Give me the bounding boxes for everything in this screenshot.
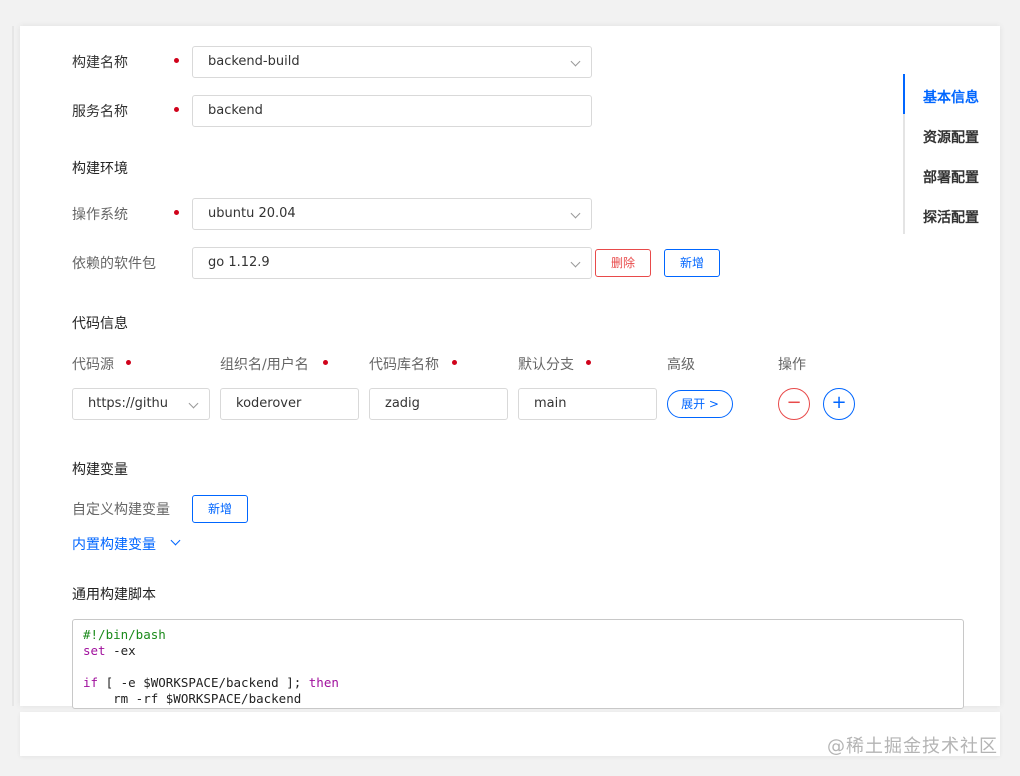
- add-repo-button[interactable]: +: [823, 388, 855, 420]
- org-input[interactable]: koderover: [220, 388, 359, 420]
- packages-select[interactable]: go 1.12.9: [192, 247, 592, 279]
- packages-value: go 1.12.9: [208, 255, 270, 270]
- packages-label: 依赖的软件包: [72, 256, 156, 272]
- os-value: ubuntu 20.04: [208, 206, 296, 221]
- build-name-value: backend-build: [208, 54, 300, 69]
- required-dot: [174, 210, 179, 215]
- side-nav-resources[interactable]: 资源配置: [923, 127, 979, 147]
- required-dot: [174, 58, 179, 63]
- required-dot: [586, 360, 591, 365]
- service-name-label: 服务名称: [72, 104, 128, 120]
- col-header-org: 组织名/用户名: [220, 357, 309, 373]
- side-nav-probe[interactable]: 探活配置: [923, 207, 979, 227]
- code-keyword-set: set: [83, 643, 106, 658]
- add-package-button[interactable]: 新增: [664, 249, 720, 277]
- repo-input[interactable]: zadig: [369, 388, 508, 420]
- os-label: 操作系统: [72, 207, 128, 223]
- add-custom-var-button[interactable]: 新增: [192, 495, 248, 523]
- build-script-heading: 通用构建脚本: [72, 587, 156, 603]
- plus-icon: +: [831, 392, 847, 413]
- code-set-args: -ex: [105, 643, 136, 658]
- builtin-vars-toggle[interactable]: 内置构建变量: [72, 534, 156, 554]
- chevron-down-icon[interactable]: [170, 535, 181, 546]
- build-name-select[interactable]: backend-build: [192, 46, 592, 78]
- side-nav-active-indicator: [903, 74, 905, 114]
- code-info-heading: 代码信息: [72, 316, 128, 332]
- build-name-label: 构建名称: [72, 55, 128, 71]
- expand-advanced-button[interactable]: 展开 >: [667, 390, 733, 418]
- chevron-down-icon: [570, 257, 581, 268]
- chevron-down-icon: [188, 398, 199, 409]
- col-header-actions: 操作: [778, 357, 806, 373]
- os-select[interactable]: ubuntu 20.04: [192, 198, 592, 230]
- required-dot: [174, 107, 179, 112]
- col-header-repo: 代码库名称: [369, 357, 439, 373]
- watermark: @稀土掘金技术社区: [827, 736, 998, 757]
- col-header-source: 代码源: [72, 357, 114, 373]
- build-env-heading: 构建环境: [72, 161, 128, 177]
- code-line-shebang: #!/bin/bash: [83, 627, 166, 642]
- service-name-input[interactable]: backend: [192, 95, 592, 127]
- chevron-down-icon: [570, 208, 581, 219]
- left-divider: [12, 26, 14, 706]
- col-header-advanced: 高级: [667, 357, 695, 373]
- org-value: koderover: [236, 396, 302, 411]
- code-keyword-then: then: [308, 675, 339, 690]
- branch-input[interactable]: main: [518, 388, 657, 420]
- required-dot: [126, 360, 131, 365]
- code-line-rm: rm -rf $WORKSPACE/backend: [83, 691, 302, 706]
- side-nav-basic-info[interactable]: 基本信息: [923, 87, 979, 107]
- col-header-branch: 默认分支: [518, 357, 574, 373]
- delete-package-button[interactable]: 删除: [595, 249, 651, 277]
- custom-vars-label: 自定义构建变量: [72, 502, 170, 518]
- required-dot: [323, 360, 328, 365]
- remove-repo-button[interactable]: −: [778, 388, 810, 420]
- build-script-editor[interactable]: #!/bin/bash set -ex if [ -e $WORKSPACE/b…: [72, 619, 964, 709]
- minus-icon: −: [786, 392, 802, 413]
- chevron-down-icon: [570, 56, 581, 67]
- branch-value: main: [534, 396, 567, 411]
- required-dot: [452, 360, 457, 365]
- service-name-value: backend: [208, 103, 263, 118]
- repo-value: zadig: [385, 396, 420, 411]
- build-vars-heading: 构建变量: [72, 462, 128, 478]
- build-config-card: 构建名称 backend-build 服务名称 backend 构建环境 操作系…: [20, 26, 1000, 706]
- code-source-select[interactable]: https://githu: [72, 388, 210, 420]
- code-if-condition: [ -e $WORKSPACE/backend ];: [98, 675, 309, 690]
- code-keyword-if: if: [83, 675, 99, 690]
- code-source-value: https://githu: [88, 396, 169, 411]
- side-nav-deploy[interactable]: 部署配置: [923, 167, 979, 187]
